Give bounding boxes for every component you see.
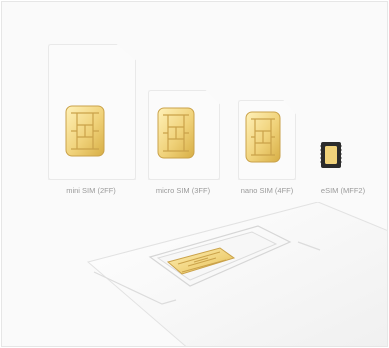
nano-sim-label: nano SIM (4FF): [240, 186, 294, 195]
sim-chip-icon: [65, 105, 105, 157]
micro-sim-label: micro SIM (3FF): [155, 186, 211, 195]
esim-chip-icon: [320, 142, 342, 168]
sim-chip-icon: [245, 111, 281, 163]
sim-chip-icon: [157, 107, 195, 159]
full-size-sim-card-perspective: [86, 202, 387, 346]
mini-sim-card: [48, 44, 136, 180]
micro-sim-card: [148, 90, 220, 180]
mini-sim-label: mini SIM (2FF): [66, 186, 116, 195]
sim-card-sizes-illustration: mini SIM (2FF) micro SIM (3FF) nano SIM …: [1, 1, 388, 347]
nano-sim-card: [238, 100, 296, 180]
esim-label: eSIM (MFF2): [320, 186, 366, 195]
